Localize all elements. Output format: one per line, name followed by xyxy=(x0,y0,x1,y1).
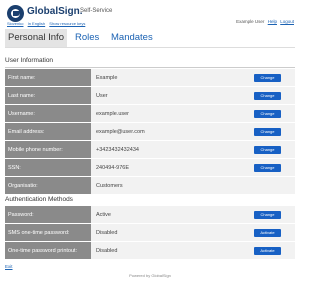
footer-powered-by[interactable]: Powered by GlobalSign xyxy=(0,273,300,278)
table-row: One-time password printout: Disabled Act… xyxy=(5,241,295,260)
empty-action-cell xyxy=(238,176,295,195)
link-resource-keys[interactable]: Show resource keys xyxy=(49,21,85,26)
row-label: First name: xyxy=(5,69,91,87)
table-row: First name: Example Change xyxy=(5,69,295,87)
tab-personal-info[interactable]: Personal Info xyxy=(5,29,67,47)
row-label: SMS one-time password: xyxy=(5,223,91,242)
change-password-button[interactable]: Change xyxy=(254,210,281,219)
row-value: Example xyxy=(91,69,238,87)
service-name: Self-Service xyxy=(80,8,113,14)
row-value: User xyxy=(91,86,238,105)
row-value: 240494-976E xyxy=(91,158,238,177)
table-row: Mobile phone number: +3423432432434 Chan… xyxy=(5,140,295,159)
row-label: Email address: xyxy=(5,122,91,141)
row-label: Last name: xyxy=(5,86,91,105)
user-name: Example User xyxy=(236,19,265,24)
auth-methods-table: Password: Active Change SMS one-time pas… xyxy=(5,206,295,260)
globalsign-logo-icon xyxy=(7,5,24,22)
change-email-button[interactable]: Change xyxy=(254,127,281,136)
logout-link[interactable]: Logout xyxy=(280,19,294,24)
row-value: Customers xyxy=(91,176,238,195)
link-slovenko[interactable]: Slovenko xyxy=(7,21,23,26)
user-info-table: First name: Example Change Last name: Us… xyxy=(5,69,295,195)
row-value: example@user.com xyxy=(91,122,238,141)
row-value: Disabled xyxy=(91,223,238,242)
link-english[interactable]: In English xyxy=(28,21,46,26)
user-bar: Example User Help Logout xyxy=(236,19,294,24)
auth-methods-title: Authentication Methods xyxy=(5,196,73,203)
table-row: SSN: 240494-976E Change xyxy=(5,158,295,177)
brand-name: GlobalSign. xyxy=(27,6,83,17)
table-row: Email address: example@user.com Change xyxy=(5,122,295,141)
row-label: Password: xyxy=(5,206,91,224)
change-first-name-button[interactable]: Change xyxy=(254,73,281,82)
tab-roles[interactable]: Roles xyxy=(75,29,99,47)
row-label: Username: xyxy=(5,104,91,123)
row-label: One-time password printout: xyxy=(5,241,91,260)
tab-mandates[interactable]: Mandates xyxy=(111,29,153,47)
row-value: Disabled xyxy=(91,241,238,260)
row-label: SSN: xyxy=(5,158,91,177)
change-last-name-button[interactable]: Change xyxy=(254,91,281,100)
table-row: Password: Active Change xyxy=(5,206,295,224)
header: GlobalSign. Self-Service Slovenko In Eng… xyxy=(0,0,300,30)
activate-sms-otp-button[interactable]: Activate xyxy=(254,228,281,237)
help-link[interactable]: Help xyxy=(268,19,277,24)
change-username-button[interactable]: Change xyxy=(254,109,281,118)
table-row: Organisatio: Customers xyxy=(5,176,295,195)
user-info-divider xyxy=(5,67,295,68)
row-value: Active xyxy=(91,206,238,224)
exit-link[interactable]: Exit xyxy=(5,264,13,269)
row-label: Organisatio: xyxy=(5,176,91,195)
table-row: SMS one-time password: Disabled Activate xyxy=(5,223,295,242)
row-value: example.user xyxy=(91,104,238,123)
table-row: Last name: User Change xyxy=(5,86,295,105)
language-links: Slovenko In English Show resource keys xyxy=(7,21,88,26)
change-phone-button[interactable]: Change xyxy=(254,145,281,154)
table-row: Username: example.user Change xyxy=(5,104,295,123)
change-ssn-button[interactable]: Change xyxy=(254,163,281,172)
tab-divider xyxy=(5,47,295,48)
row-label: Mobile phone number: xyxy=(5,140,91,159)
activate-otp-printout-button[interactable]: Activate xyxy=(254,246,281,255)
row-value: +3423432432434 xyxy=(91,140,238,159)
user-info-title: User Information xyxy=(5,57,54,64)
